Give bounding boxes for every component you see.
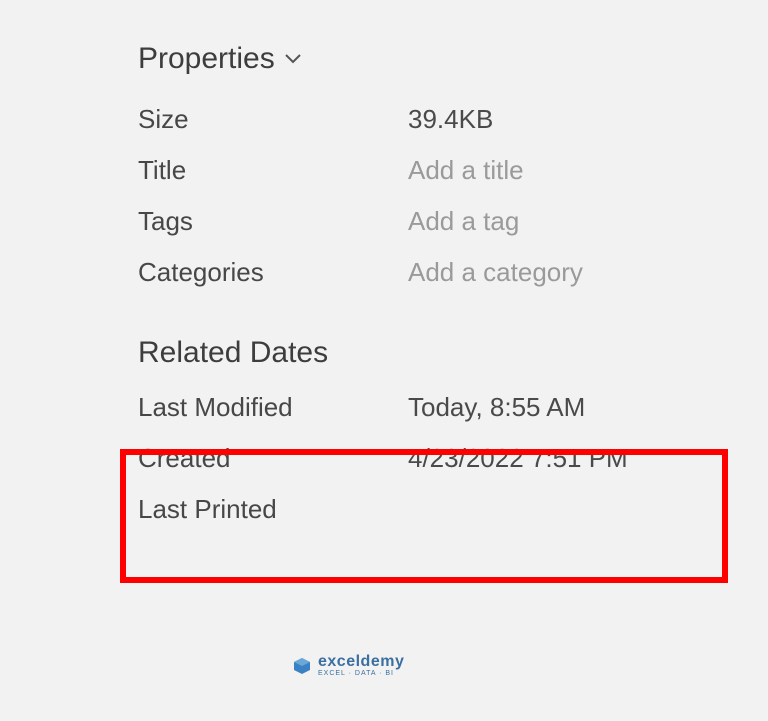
watermark-brand: exceldemy <box>318 654 404 670</box>
property-row-last-printed: Last Printed <box>138 494 718 525</box>
property-label: Last Modified <box>138 392 408 423</box>
watermark-text: exceldemy EXCEL · DATA · BI <box>318 654 404 678</box>
created-value: 4/23/2022 7:51 PM <box>408 443 628 474</box>
property-row-last-modified: Last Modified Today, 8:55 AM <box>138 392 718 423</box>
properties-dropdown[interactable]: Properties <box>138 42 718 76</box>
properties-panel: Properties Size 39.4KB Title Add a title… <box>138 42 718 545</box>
property-label: Tags <box>138 206 408 237</box>
property-row-categories: Categories Add a category <box>138 257 718 288</box>
property-row-size: Size 39.4KB <box>138 104 718 135</box>
title-input[interactable]: Add a title <box>408 155 524 186</box>
property-label: Created <box>138 443 408 474</box>
last-modified-value: Today, 8:55 AM <box>408 392 585 423</box>
property-row-created: Created 4/23/2022 7:51 PM <box>138 443 718 474</box>
property-row-tags: Tags Add a tag <box>138 206 718 237</box>
watermark-sub: EXCEL · DATA · BI <box>318 670 404 678</box>
categories-input[interactable]: Add a category <box>408 257 583 288</box>
tags-input[interactable]: Add a tag <box>408 206 519 237</box>
property-row-title: Title Add a title <box>138 155 718 186</box>
logo-icon <box>292 656 312 676</box>
property-label: Categories <box>138 257 408 288</box>
watermark: exceldemy EXCEL · DATA · BI <box>292 654 404 678</box>
property-value-size: 39.4KB <box>408 104 493 135</box>
property-label: Size <box>138 104 408 135</box>
property-label: Title <box>138 155 408 186</box>
related-dates-heading: Related Dates <box>138 336 718 370</box>
property-label: Last Printed <box>138 494 408 525</box>
chevron-down-icon <box>285 54 301 64</box>
properties-heading: Properties <box>138 42 275 76</box>
